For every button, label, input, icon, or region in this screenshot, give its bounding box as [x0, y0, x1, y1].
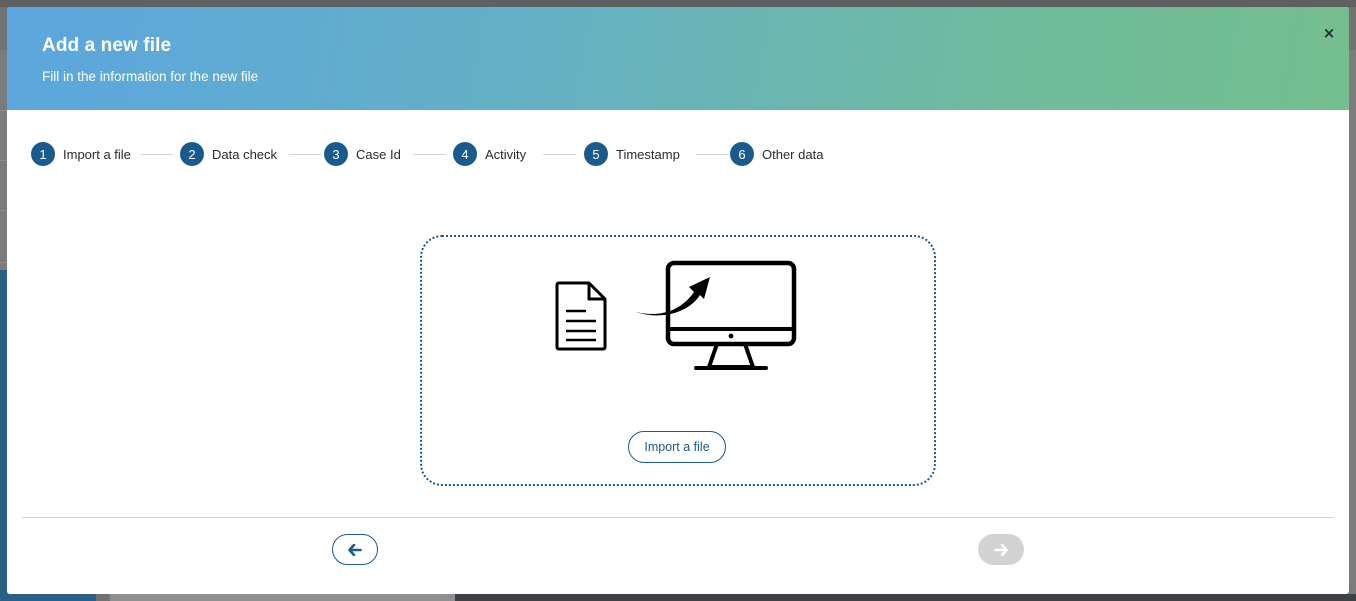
modal-subtitle: Fill in the information for the new file	[42, 69, 259, 84]
import-file-button[interactable]: Import a file	[628, 431, 726, 463]
step-connector	[696, 154, 729, 155]
next-button[interactable]	[978, 534, 1024, 565]
step-label: Data check	[212, 146, 278, 162]
footer-divider	[22, 517, 1334, 518]
step-other-data[interactable]: 6 Other data	[730, 142, 823, 166]
step-number: 6	[730, 142, 754, 166]
document-icon	[555, 281, 607, 351]
step-connector	[289, 154, 322, 155]
step-label: Case Id	[356, 146, 401, 162]
step-number: 4	[453, 142, 477, 166]
background-content	[455, 594, 1356, 601]
add-file-modal: Add a new file Fill in the information f…	[7, 7, 1349, 594]
background-panel	[110, 594, 455, 601]
step-connector	[140, 154, 173, 155]
step-label: Other data	[762, 146, 824, 162]
close-button[interactable]: ×	[1319, 23, 1339, 43]
file-drop-zone[interactable]: Import a file	[420, 235, 936, 486]
background-sidebar	[0, 270, 7, 601]
step-activity[interactable]: 4 Activity	[453, 142, 526, 166]
step-label: Activity	[485, 146, 527, 162]
step-case-id[interactable]: 3 Case Id	[324, 142, 401, 166]
background-sidebar-footer	[0, 594, 96, 601]
upload-arrow-icon	[636, 277, 710, 316]
step-number: 2	[180, 142, 204, 166]
arrow-right-icon	[994, 543, 1008, 556]
step-number: 3	[324, 142, 348, 166]
step-timestamp[interactable]: 5 Timestamp	[584, 142, 680, 166]
step-number: 1	[31, 142, 55, 166]
background-right-panel	[1349, 50, 1356, 601]
step-import-a-file[interactable]: 1 Import a file	[31, 142, 131, 166]
step-label: Import a file	[63, 146, 131, 162]
step-data-check[interactable]: 2 Data check	[180, 142, 277, 166]
modal-title: Add a new file	[42, 35, 172, 56]
background-topbar	[0, 0, 1356, 7]
step-connector	[413, 154, 446, 155]
close-icon: ×	[1322, 24, 1336, 42]
step-label: Timestamp	[616, 146, 680, 162]
modal-header: Add a new file Fill in the information f…	[7, 7, 1349, 110]
import-illustration	[554, 259, 806, 377]
step-connector	[543, 154, 576, 155]
step-number: 5	[584, 142, 608, 166]
arrow-left-icon	[348, 543, 362, 556]
monitor-icon	[636, 260, 797, 370]
previous-button[interactable]	[332, 534, 378, 565]
